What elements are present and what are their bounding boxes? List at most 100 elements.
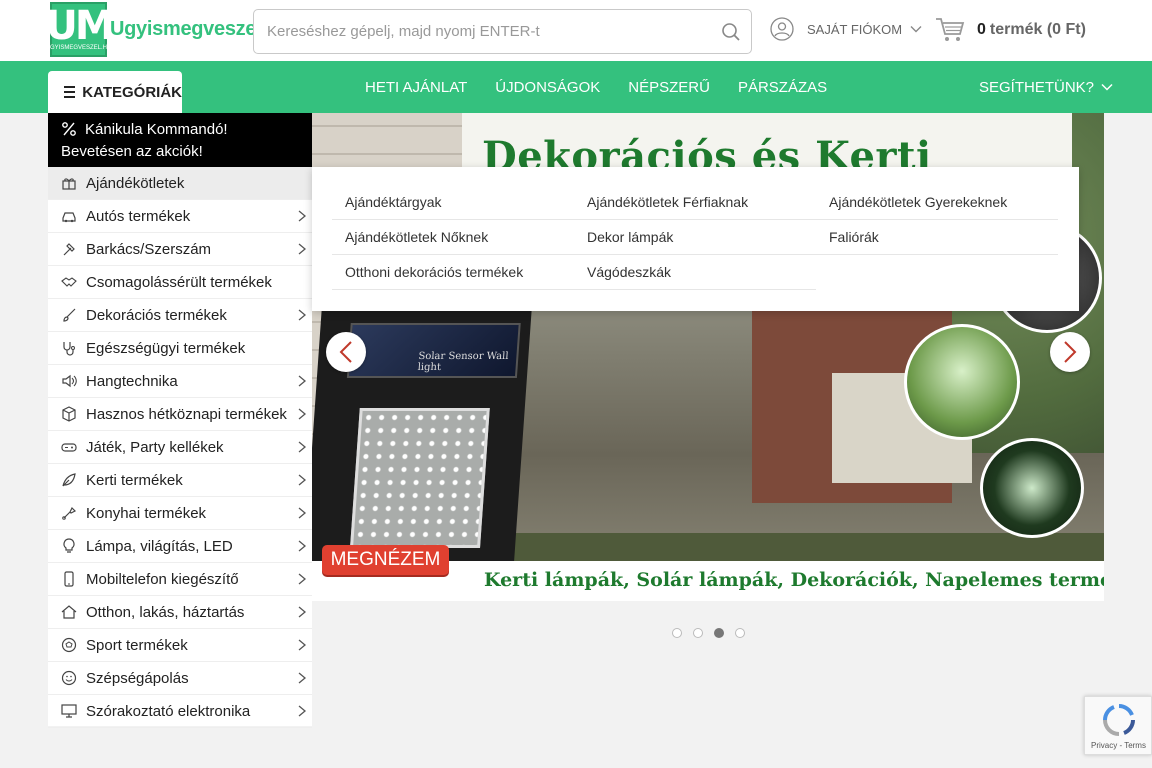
percent-icon xyxy=(62,122,76,136)
chevron-left-icon xyxy=(339,341,352,363)
chevron-right-icon xyxy=(298,639,307,651)
carousel-dot[interactable] xyxy=(714,628,724,638)
category-submenu: Ajándéktárgyak Ajándékötletek Férfiaknak A… xyxy=(312,167,1079,311)
bulb-icon xyxy=(63,538,75,553)
sidebar-item[interactable]: Szépségápolás xyxy=(48,662,312,695)
chevron-right-icon xyxy=(298,507,307,519)
chevron-right-icon xyxy=(298,243,307,255)
carousel-prev-button[interactable] xyxy=(326,332,366,372)
promo-line-2: Bevetésen az akciók! xyxy=(61,143,203,160)
sidebar-item-label: Sport termékek xyxy=(86,636,188,654)
recaptcha-links[interactable]: Privacy - Terms xyxy=(1091,741,1146,750)
sidebar-item[interactable]: Hangtechnika xyxy=(48,365,312,398)
chevron-right-icon xyxy=(298,540,307,552)
carousel-dot[interactable] xyxy=(672,628,682,638)
chevron-right-icon xyxy=(1064,341,1077,363)
chevron-right-icon xyxy=(298,606,307,618)
car-icon xyxy=(62,212,76,223)
submenu-item[interactable]: Ajándékötletek Férfiaknak xyxy=(574,185,816,220)
gift-icon xyxy=(62,178,76,190)
carousel-dot[interactable] xyxy=(735,628,745,638)
submenu-item[interactable]: Vágódeszkák xyxy=(574,255,816,290)
brush-icon xyxy=(63,308,76,322)
sidebar-item-label: Lámpa, világítás, LED xyxy=(86,537,233,555)
submenu-item[interactable]: Dekor lámpák xyxy=(574,220,816,255)
search-input[interactable] xyxy=(254,10,694,53)
chevron-down-icon xyxy=(910,26,922,33)
nav-links: HETI AJÁNLAT ÚJDONSÁGOK NÉPSZERŰ PÁRSZÁZ… xyxy=(351,61,841,113)
ball-icon xyxy=(61,637,77,653)
logo-mark: UM UGYISMEGVESZEL.HU xyxy=(45,2,115,57)
search-box xyxy=(253,9,752,54)
submenu-item[interactable]: Ajándékötletek Nőknek xyxy=(332,220,574,255)
sidebar-item-label: Kerti termékek xyxy=(86,471,183,489)
sidebar-item-label: Játék, Party kellékek xyxy=(86,438,224,456)
submenu-item[interactable]: Otthoni dekorációs termékek xyxy=(332,255,574,290)
promo-banner[interactable]: Kánikula Kommandó! Bevetésen az akciók! xyxy=(48,113,312,167)
chevron-right-icon xyxy=(298,408,307,420)
banner-cta-button[interactable]: MEGNÉZEM xyxy=(322,545,449,575)
user-icon xyxy=(770,17,794,41)
sidebar-item[interactable]: Otthon, lakás, háztartás xyxy=(48,596,312,629)
nav-link-weekly-offer[interactable]: HETI AJÁNLAT xyxy=(351,79,481,96)
sidebar-item[interactable]: Konyhai termékek xyxy=(48,497,312,530)
account-menu[interactable]: SAJÁT FIÓKOM xyxy=(770,17,922,41)
category-list: Ajándékötletek Autós termékek Barkács/Szer… xyxy=(48,167,312,728)
sidebar-item-label: Barkács/Szerszám xyxy=(86,240,212,258)
hamburger-icon xyxy=(64,86,76,98)
chevron-right-icon xyxy=(298,441,307,453)
sidebar-item[interactable]: Hasznos hétköznapi termékek xyxy=(48,398,312,431)
cart-icon xyxy=(936,18,965,41)
sidebar-item[interactable]: Csomagolássérült termékek xyxy=(48,266,312,299)
sidebar-item-label: Mobiltelefon kiegészítő xyxy=(86,570,239,588)
logo-text: Ugyismegveszel xyxy=(110,18,262,40)
submenu-item[interactable]: Ajándékötletek Gyerekeknek xyxy=(816,185,1058,220)
carousel-next-button[interactable] xyxy=(1050,332,1090,372)
search-icon[interactable] xyxy=(721,22,741,42)
speaker-icon xyxy=(62,374,77,388)
home-icon xyxy=(61,605,77,619)
help-menu[interactable]: SEGÍTHETÜNK? xyxy=(979,61,1113,113)
chevron-right-icon xyxy=(298,672,307,684)
logo-mark-letters: UM xyxy=(45,3,114,49)
carousel-dot[interactable] xyxy=(693,628,703,638)
spatula-icon xyxy=(62,506,77,520)
monitor-icon xyxy=(61,704,77,718)
nav-link-new[interactable]: ÚJDONSÁGOK xyxy=(481,79,614,96)
sidebar-item[interactable]: Dekorációs termékek xyxy=(48,299,312,332)
recaptcha-badge[interactable]: Privacy - Terms xyxy=(1084,696,1152,755)
cart-summary[interactable]: 0 termék (0 Ft) xyxy=(935,17,1086,43)
gamepad-icon xyxy=(61,443,77,452)
sidebar-item[interactable]: Játék, Party kellékek xyxy=(48,431,312,464)
sidebar-item-label: Otthon, lakás, háztartás xyxy=(86,603,245,621)
sidebar-item[interactable]: Szórakoztató elektronika xyxy=(48,695,312,728)
sidebar-item[interactable]: Ajándékötletek xyxy=(48,167,312,200)
lamp-label: Solar Sensor Wall light xyxy=(417,351,509,373)
recaptcha-icon xyxy=(1103,704,1135,736)
submenu-item[interactable]: Faliórák xyxy=(816,220,1058,255)
site-logo[interactable]: UM UGYISMEGVESZEL.HU Ugyismegveszel xyxy=(45,2,262,57)
sidebar-item[interactable]: Egészségügyi termékek xyxy=(48,332,312,365)
sidebar-item-label: Konyhai termékek xyxy=(86,504,207,522)
nav-link-popular[interactable]: NÉPSZERŰ xyxy=(614,79,724,96)
sidebar-item[interactable]: Autós termékek xyxy=(48,200,312,233)
nav-link-bargain[interactable]: PÁRSZÁZAS xyxy=(724,79,841,96)
chevron-right-icon xyxy=(298,210,307,222)
account-label: SAJÁT FIÓKOM xyxy=(807,21,903,37)
sidebar-item-label: Autós termékek xyxy=(86,207,191,225)
sidebar-item[interactable]: Kerti termékek xyxy=(48,464,312,497)
sidebar-item[interactable]: Sport termékek xyxy=(48,629,312,662)
sidebar-item[interactable]: Mobiltelefon kiegészítő xyxy=(48,563,312,596)
categories-button[interactable]: KATEGÓRIÁK xyxy=(48,71,182,113)
chevron-right-icon xyxy=(298,705,307,717)
sidebar-item-label: Dekorációs termékek xyxy=(86,306,227,324)
sidebar-item-label: Hasznos hétköznapi termékek xyxy=(86,405,287,423)
cart-count: 0 xyxy=(977,21,986,38)
led-grid-image xyxy=(350,408,490,548)
submenu-item[interactable]: Ajándéktárgyak xyxy=(332,185,574,220)
smile-icon xyxy=(61,670,77,686)
sidebar-item[interactable]: Barkács/Szerszám xyxy=(48,233,312,266)
banner-product-circle-2 xyxy=(904,324,1020,440)
sidebar-item-label: Csomagolássérült termékek xyxy=(86,273,272,291)
sidebar-item[interactable]: Lámpa, világítás, LED xyxy=(48,530,312,563)
